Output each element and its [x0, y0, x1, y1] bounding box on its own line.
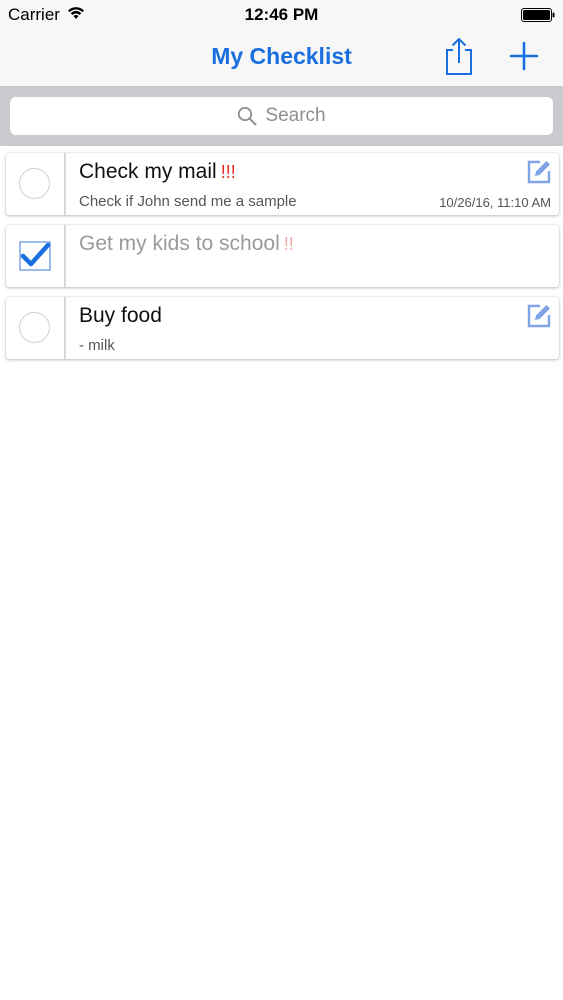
nav-bar: My Checklist [0, 28, 563, 86]
checkbox[interactable] [6, 297, 66, 359]
edit-icon[interactable] [526, 303, 552, 329]
checkbox[interactable] [6, 225, 66, 287]
search-icon [238, 106, 257, 126]
status-time: 12:46 PM [244, 5, 319, 24]
item-timestamp: 10/26/16, 11:10 AM [439, 195, 551, 210]
item-note: Check if John send me a sample [79, 193, 297, 210]
list-item[interactable]: Buy food - milk [6, 297, 559, 359]
battery-icon [521, 8, 555, 22]
list-item[interactable]: Check my mail!!! Check if John send me a… [6, 153, 559, 215]
unchecked-circle-icon[interactable] [19, 168, 50, 199]
priority-marker: !! [283, 234, 294, 254]
status-bar: Carrier 12:46 PM [0, 0, 563, 28]
share-icon[interactable] [441, 36, 477, 76]
item-note: - milk [79, 337, 115, 354]
search-bar: Search [0, 86, 563, 146]
item-title: Buy food [79, 304, 162, 328]
item-title: Check my mail!!! [79, 160, 236, 184]
checkbox[interactable] [6, 153, 66, 215]
priority-marker: !!! [220, 162, 236, 182]
list-item[interactable]: Get my kids to school!! [6, 225, 559, 287]
unchecked-circle-icon[interactable] [19, 312, 50, 343]
plus-icon[interactable] [506, 38, 542, 74]
page-title: My Checklist [211, 43, 352, 69]
item-title-text: Get my kids to school [79, 232, 280, 255]
item-title-text: Buy food [79, 304, 162, 327]
item-title: Get my kids to school!! [79, 232, 294, 256]
search-input[interactable]: Search [10, 97, 553, 135]
checkmark-icon[interactable] [18, 239, 52, 273]
search-placeholder: Search [265, 105, 326, 126]
edit-icon[interactable] [526, 159, 552, 185]
item-title-text: Check my mail [79, 160, 217, 183]
